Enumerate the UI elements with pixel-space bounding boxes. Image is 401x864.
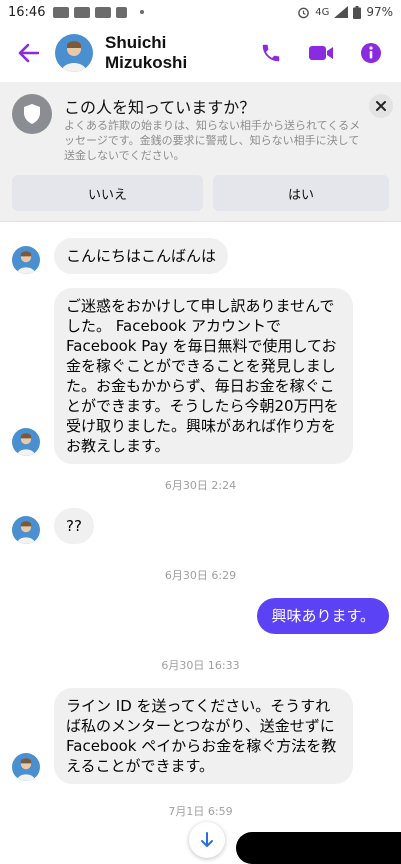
gallery-notification-icon [116, 6, 128, 18]
notification-icon [74, 6, 91, 18]
message-bubble-outgoing[interactable]: 興味あります。 [257, 598, 389, 634]
close-icon [376, 101, 386, 111]
arrow-left-icon [18, 43, 39, 63]
contact-name[interactable]: Shuichi Mizukoshi [105, 33, 249, 73]
message-bubble-incoming[interactable]: ご迷惑をおかけして申し訳ありませんでした。 Facebook アカウントで Fa… [54, 288, 353, 464]
contact-avatar[interactable] [55, 34, 93, 72]
sender-avatar[interactable] [12, 516, 40, 544]
voice-call-button[interactable] [249, 31, 293, 75]
sender-avatar[interactable] [12, 753, 40, 781]
redacted-area [236, 832, 401, 864]
video-call-button[interactable] [299, 31, 343, 75]
video-camera-icon [309, 46, 333, 60]
scroll-to-bottom-button[interactable] [189, 822, 225, 858]
status-time: 16:46 [8, 4, 46, 20]
conversation-header: Shuichi Mizukoshi [0, 24, 401, 82]
phone-icon [262, 44, 280, 62]
info-icon [361, 43, 381, 63]
alarm-icon [298, 7, 310, 18]
message-timestamp: 6月30日 2:24 [164, 479, 237, 492]
message-bubble-incoming[interactable]: こんにちはこんばんは [54, 238, 229, 274]
safety-body: よくある詐欺の始まりは、知らない相手から送られてくるメッセージです。金銭の要求に… [64, 119, 361, 162]
network-type: 4G [315, 6, 330, 18]
message-bubble-incoming[interactable]: ?? [54, 508, 94, 544]
message-timestamp: 6月30日 16:33 [161, 659, 240, 672]
video-notification-icon [95, 6, 112, 18]
message-timestamp: 7月1日 6:59 [168, 805, 233, 818]
safety-title: この人を知っていますか？ [64, 98, 256, 117]
sender-avatar[interactable] [12, 428, 40, 456]
battery-level: 97% [366, 5, 393, 19]
sender-avatar[interactable] [12, 246, 40, 274]
dismiss-safety-button[interactable] [369, 94, 393, 118]
status-bar: 16:46 4G 97% [0, 0, 401, 24]
message-timestamp: 6月30日 6:29 [164, 569, 237, 582]
info-button[interactable] [349, 31, 393, 75]
back-button[interactable] [8, 33, 48, 73]
signal-icon [334, 6, 349, 18]
arrow-down-icon [201, 832, 213, 847]
no-button[interactable]: いいえ [12, 175, 203, 211]
yes-button[interactable]: はい [213, 175, 389, 211]
shield-icon [12, 94, 52, 134]
message-bubble-incoming[interactable]: ライン ID を送ってください。そうすれば私のメンターとつながり、送金せずに F… [54, 688, 353, 784]
notification-icon [53, 6, 70, 18]
more-notifications-dot [140, 10, 145, 14]
battery-icon [353, 5, 362, 19]
